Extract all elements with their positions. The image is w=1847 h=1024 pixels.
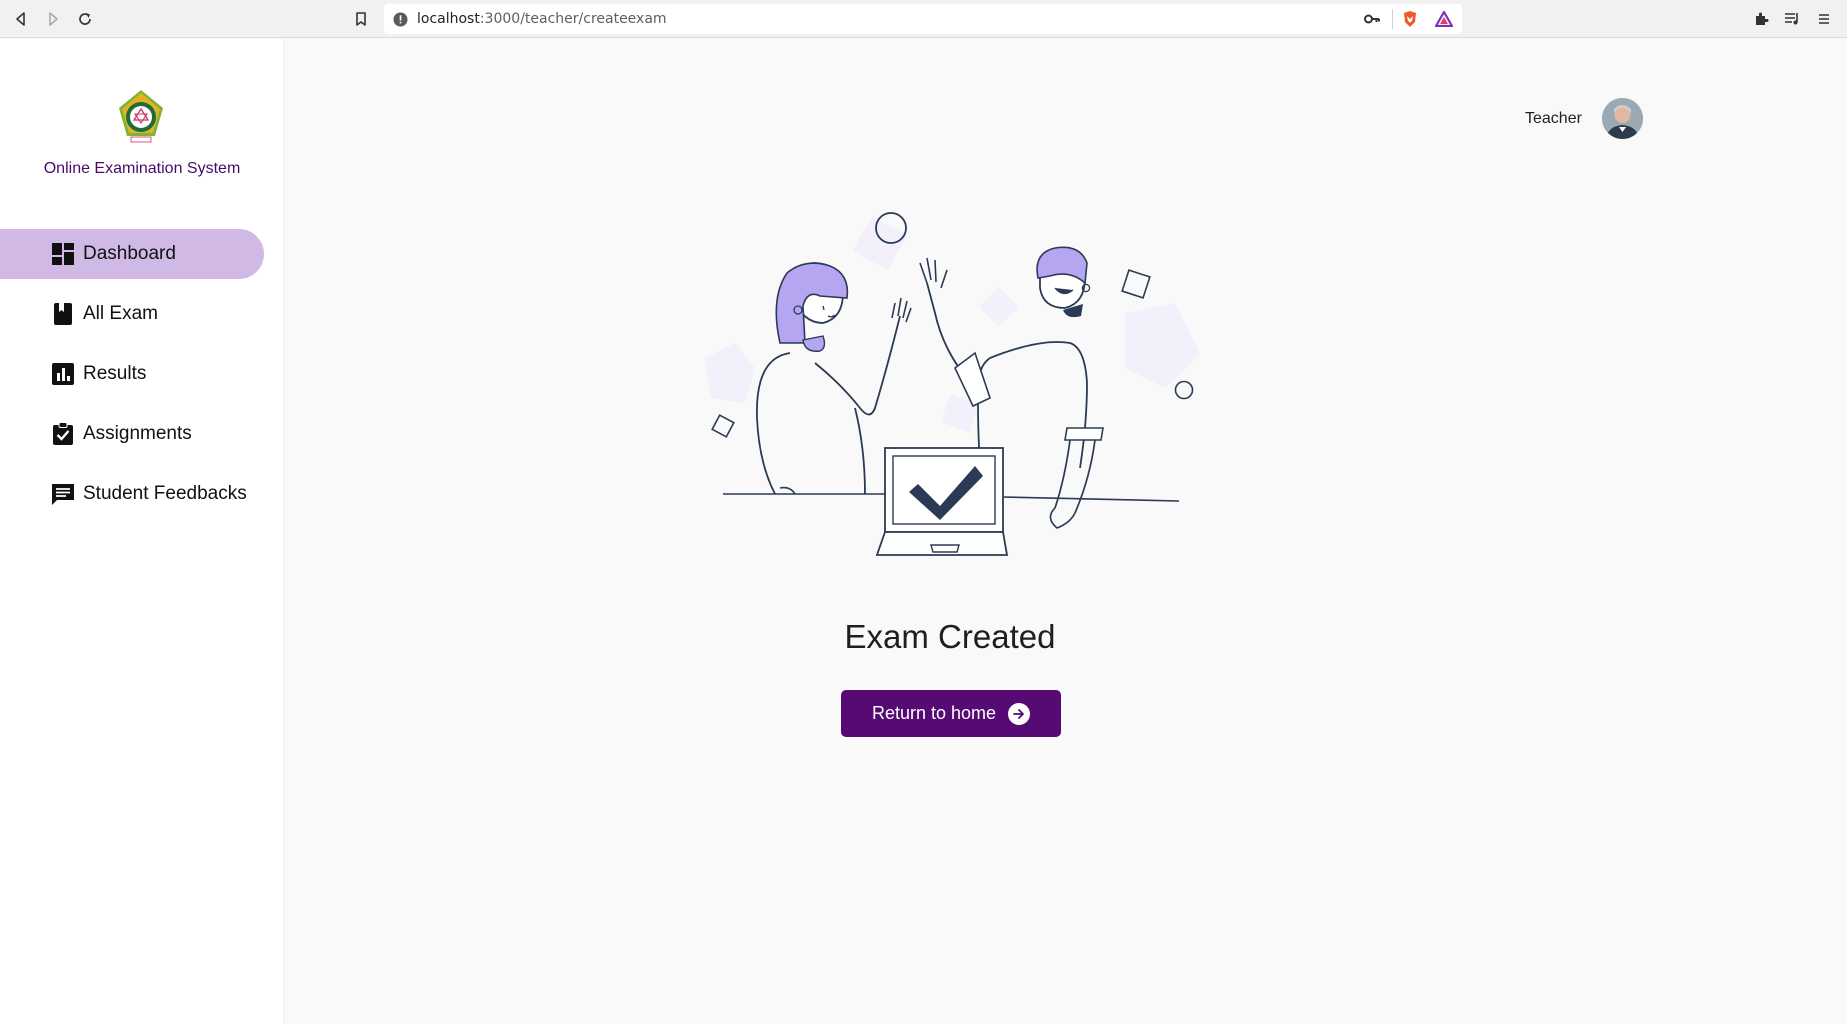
page-title: Exam Created: [844, 618, 1056, 655]
university-logo: [113, 88, 169, 144]
sidebar: Online Examination System Dashboard All …: [0, 39, 284, 1024]
sidebar-item-label: Results: [83, 363, 147, 384]
return-home-label: Return to home: [871, 703, 997, 723]
sidebar-item-results[interactable]: Results: [0, 349, 264, 399]
key-icon[interactable]: [1364, 12, 1380, 26]
brave-shield-icon[interactable]: [1402, 10, 1418, 28]
sidebar-item-all-exam[interactable]: All Exam: [0, 289, 264, 339]
toolbar-divider: [1392, 9, 1393, 29]
url-text[interactable]: localhost:3000/teacher/createexam: [417, 11, 667, 27]
sidebar-item-label: Assignments: [83, 423, 192, 444]
dashboard-icon: [51, 242, 75, 266]
bar-chart-icon: [51, 362, 75, 386]
sidebar-item-assignments[interactable]: Assignments: [0, 409, 264, 459]
success-illustration: [695, 208, 1205, 570]
playlist-icon[interactable]: [1781, 8, 1803, 30]
arrow-right-icon: [1008, 702, 1031, 725]
forward-icon[interactable]: [42, 8, 64, 30]
reload-icon[interactable]: [74, 8, 96, 30]
bookmark-icon[interactable]: [350, 8, 372, 30]
back-icon[interactable]: [10, 8, 32, 30]
sidebar-item-label: Dashboard: [83, 243, 176, 264]
clipboard-check-icon: [51, 422, 75, 446]
sidebar-item-dashboard[interactable]: Dashboard: [0, 229, 264, 279]
sidebar-item-student-feedbacks[interactable]: Student Feedbacks: [0, 469, 264, 519]
sidebar-item-label: Student Feedbacks: [83, 483, 247, 504]
user-role-label: Teacher: [1525, 110, 1582, 127]
browser-toolbar: localhost:3000/teacher/createexam: [0, 0, 1847, 38]
address-bar[interactable]: localhost:3000/teacher/createexam: [384, 4, 1462, 34]
extensions-icon[interactable]: [1750, 8, 1772, 30]
app-title: Online Examination System: [43, 160, 241, 177]
site-info-icon[interactable]: [393, 12, 408, 27]
feedback-icon: [51, 482, 75, 506]
menu-icon[interactable]: [1813, 8, 1835, 30]
sidebar-item-label: All Exam: [83, 303, 158, 324]
return-home-button[interactable]: Return to home: [841, 690, 1061, 737]
avatar[interactable]: [1602, 98, 1643, 139]
book-icon: [51, 302, 75, 326]
brave-rewards-icon[interactable]: [1435, 11, 1453, 27]
